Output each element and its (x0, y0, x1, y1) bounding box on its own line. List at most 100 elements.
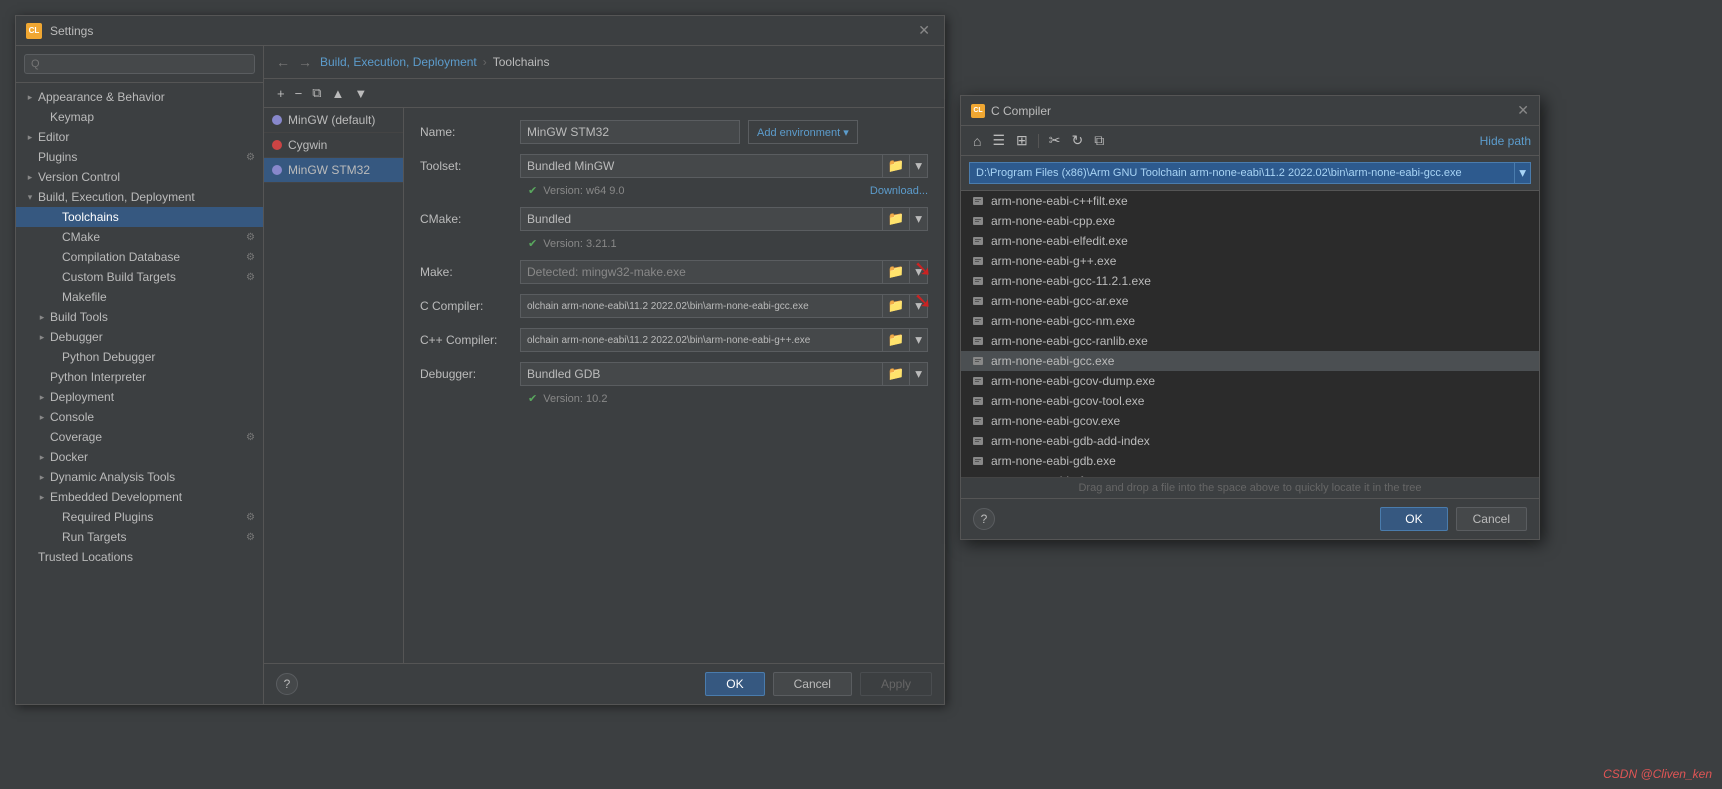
toolchain-label: MinGW (default) (288, 113, 375, 127)
sidebar-item-build-tools[interactable]: Build Tools (16, 307, 263, 327)
ok-button[interactable]: OK (705, 672, 764, 696)
file-item[interactable]: arm-none-eabi-g++.exe (961, 251, 1539, 271)
cpp-compiler-browse-button[interactable]: 📁 (883, 328, 911, 352)
c-compiler-dropdown-button[interactable]: ▾ (910, 294, 928, 318)
sidebar-item-python-debugger[interactable]: Python Debugger (16, 347, 263, 367)
help-button[interactable]: ? (276, 673, 298, 695)
sidebar-item-trusted-locations[interactable]: Trusted Locations (16, 547, 263, 567)
make-browse-button[interactable]: 📁 (883, 260, 911, 284)
nav-back-button[interactable]: ← (276, 54, 290, 70)
copy-toolchain-button[interactable]: ⧉ (307, 83, 326, 103)
nav-forward-button[interactable]: → (298, 54, 312, 70)
toolset-dropdown-button[interactable]: ▾ (910, 154, 928, 178)
compiler-grid-button[interactable]: ⊞ (1012, 130, 1032, 151)
toolchain-entry-mingw-default[interactable]: MinGW (default) (264, 108, 403, 133)
cpp-compiler-dropdown-button[interactable]: ▾ (910, 328, 928, 352)
sidebar-item-embedded-dev[interactable]: Embedded Development (16, 487, 263, 507)
make-input-wrap: 📁 ▾ (520, 260, 928, 284)
file-item[interactable]: arm-none-eabi-gcc-ar.exe (961, 291, 1539, 311)
sidebar-item-toolchains[interactable]: Toolchains (16, 207, 263, 227)
debugger-input[interactable] (520, 362, 883, 386)
sidebar-item-makefile[interactable]: Makefile (16, 287, 263, 307)
sidebar-item-build-exec-deploy[interactable]: Build, Execution, Deployment (16, 187, 263, 207)
sidebar-item-python-interpreter[interactable]: Python Interpreter (16, 367, 263, 387)
sidebar-item-cmake[interactable]: CMake⚙ (16, 227, 263, 247)
file-item[interactable]: arm-none-eabi-gcov-dump.exe (961, 371, 1539, 391)
file-item[interactable]: arm-none-eabi-gdb-add-index (961, 431, 1539, 451)
file-item[interactable]: arm-none-eabi-gcc-11.2.1.exe (961, 271, 1539, 291)
cmake-input[interactable] (520, 207, 883, 231)
path-input-row: ▾ (961, 156, 1539, 191)
sidebar-item-custom-build-targets[interactable]: Custom Build Targets⚙ (16, 267, 263, 287)
debugger-status-row: ✔ Version: 10.2 (420, 392, 928, 405)
cpp-compiler-input[interactable] (520, 328, 883, 352)
cancel-button[interactable]: Cancel (773, 672, 852, 696)
hide-path-button[interactable]: Hide path (1480, 134, 1531, 148)
c-compiler-browse-button[interactable]: 📁 (883, 294, 911, 318)
file-item[interactable]: arm-none-eabi-c++filt.exe (961, 191, 1539, 211)
compiler-list-button[interactable]: ☰ (988, 130, 1009, 151)
name-input[interactable] (520, 120, 740, 144)
remove-toolchain-button[interactable]: − (290, 84, 308, 103)
toolset-browse-button[interactable]: 📁 (883, 154, 911, 178)
compiler-copy-button[interactable]: ⧉ (1090, 130, 1108, 151)
file-item[interactable]: arm-none-eabi-elfedit.exe (961, 231, 1539, 251)
sidebar-item-appearance[interactable]: Appearance & Behavior (16, 87, 263, 107)
sidebar-item-version-control[interactable]: Version Control (16, 167, 263, 187)
debugger-dropdown-button[interactable]: ▾ (910, 362, 928, 386)
sidebar-item-coverage[interactable]: Coverage⚙ (16, 427, 263, 447)
compiler-refresh-button[interactable]: ↻ (1068, 130, 1088, 151)
sidebar-item-compilation-db[interactable]: Compilation Database⚙ (16, 247, 263, 267)
breadcrumb-parent[interactable]: Build, Execution, Deployment (320, 55, 477, 69)
file-item[interactable]: arm-none-eabi-gcc-ranlib.exe (961, 331, 1539, 351)
toolchain-entry-mingw-stm32[interactable]: MinGW STM32 (264, 158, 403, 183)
move-down-button[interactable]: ▼ (349, 84, 372, 103)
cmake-browse-button[interactable]: 📁 (883, 207, 911, 231)
apply-button[interactable]: Apply (860, 672, 932, 696)
sidebar-item-dynamic-analysis[interactable]: Dynamic Analysis Tools (16, 467, 263, 487)
file-name: arm-none-eabi-gcc-ranlib.exe (991, 334, 1148, 348)
file-item[interactable]: arm-none-eabi-cpp.exe (961, 211, 1539, 231)
sidebar-item-keymap[interactable]: Keymap (16, 107, 263, 127)
sidebar-item-label: Plugins (38, 150, 242, 164)
search-input[interactable] (24, 54, 255, 74)
compiler-close-button[interactable]: ✕ (1517, 102, 1529, 119)
close-button[interactable]: ✕ (914, 22, 934, 39)
file-item[interactable]: arm-none-eabi-gcov-tool.exe (961, 391, 1539, 411)
watermark: CSDN @Cliven_ken (1603, 767, 1712, 781)
file-item[interactable]: arm-none-eabi-gcov.exe (961, 411, 1539, 431)
compiler-help-button[interactable]: ? (973, 508, 995, 530)
toolchain-entry-cygwin[interactable]: Cygwin (264, 133, 403, 158)
file-item[interactable]: arm-none-eabi-gcc-nm.exe (961, 311, 1539, 331)
compiler-cut-button[interactable]: ✂ (1045, 130, 1065, 151)
name-input-wrap: Add environment ▾ (520, 120, 928, 144)
sidebar-item-docker[interactable]: Docker (16, 447, 263, 467)
cmake-dropdown-button[interactable]: ▾ (910, 207, 928, 231)
add-toolchain-button[interactable]: + (272, 84, 290, 103)
file-item[interactable]: arm-none-eabi-gcc.exe (961, 351, 1539, 371)
file-item[interactable]: arm-none-eabi-gdb.exe (961, 451, 1539, 471)
debugger-browse-button[interactable]: 📁 (883, 362, 911, 386)
sidebar-item-required-plugins[interactable]: Required Plugins⚙ (16, 507, 263, 527)
toolset-input[interactable] (520, 154, 883, 178)
sidebar-item-console[interactable]: Console (16, 407, 263, 427)
sidebar-item-run-targets[interactable]: Run Targets⚙ (16, 527, 263, 547)
add-environment-button[interactable]: Add environment ▾ (748, 120, 858, 144)
compiler-cancel-button[interactable]: Cancel (1456, 507, 1527, 531)
download-link[interactable]: Download... (870, 185, 928, 197)
make-dropdown-button[interactable]: ▾ (910, 260, 928, 284)
make-input[interactable] (520, 260, 883, 284)
sidebar-item-debugger[interactable]: Debugger (16, 327, 263, 347)
sidebar: Appearance & BehaviorKeymapEditorPlugins… (16, 46, 264, 704)
sidebar-item-deployment[interactable]: Deployment (16, 387, 263, 407)
path-input[interactable] (969, 162, 1515, 184)
c-compiler-input[interactable] (520, 294, 883, 318)
sidebar-item-plugins[interactable]: Plugins⚙ (16, 147, 263, 167)
move-up-button[interactable]: ▲ (326, 84, 349, 103)
compiler-ok-button[interactable]: OK (1380, 507, 1447, 531)
path-dropdown-button[interactable]: ▾ (1515, 162, 1531, 184)
settings-icon: ⚙ (246, 232, 255, 243)
sidebar-item-editor[interactable]: Editor (16, 127, 263, 147)
sidebar-item-label: Dynamic Analysis Tools (50, 470, 255, 484)
compiler-home-button[interactable]: ⌂ (969, 131, 985, 151)
